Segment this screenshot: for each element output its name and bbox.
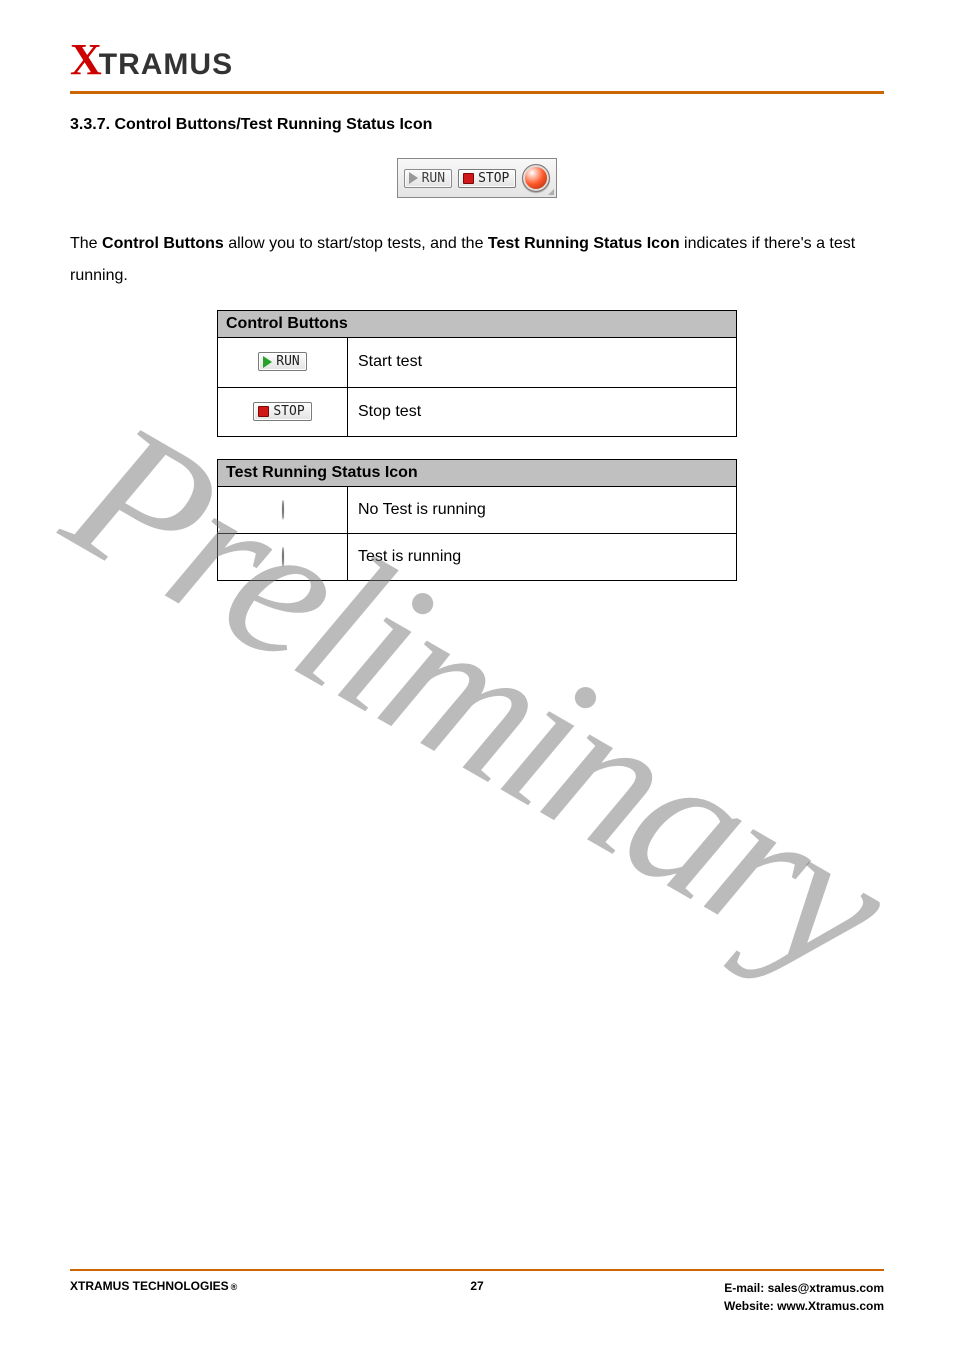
footer-rule bbox=[70, 1269, 884, 1271]
table-row: No Test is running bbox=[218, 486, 737, 533]
run-button-label: RUN bbox=[422, 172, 445, 185]
table-row: STOP Stop test bbox=[218, 387, 737, 436]
control-toolbar-figure: RUN STOP bbox=[70, 158, 884, 198]
footer-contact: E-mail: sales@xtramus.com Website: www.X… bbox=[724, 1279, 884, 1315]
control-buttons-table: Control Buttons RUN Start test STOP bbox=[217, 310, 737, 437]
intro-paragraph: The Control Buttons allow you to start/s… bbox=[70, 228, 884, 292]
stop-button-label: STOP bbox=[273, 405, 304, 418]
stop-icon bbox=[463, 173, 474, 184]
run-button[interactable]: RUN bbox=[404, 169, 452, 188]
table-header: Test Running Status Icon bbox=[218, 459, 737, 486]
status-orb-green-icon bbox=[282, 547, 284, 566]
status-icon-table: Test Running Status Icon No Test is runn… bbox=[217, 459, 737, 581]
footer-page-number: 27 bbox=[470, 1279, 483, 1293]
cell-desc: Start test bbox=[348, 338, 737, 388]
stop-icon bbox=[258, 406, 269, 417]
cell-desc: Test is running bbox=[348, 533, 737, 580]
status-orb-red-icon bbox=[282, 500, 284, 519]
stop-button[interactable]: STOP bbox=[458, 169, 516, 188]
status-orb-icon bbox=[522, 164, 550, 192]
stop-button[interactable]: STOP bbox=[253, 402, 311, 421]
control-toolbar: RUN STOP bbox=[397, 158, 558, 198]
table-row: RUN Start test bbox=[218, 338, 737, 388]
play-icon bbox=[263, 356, 272, 368]
page-footer: XTRAMUS TECHNOLOGIES® 27 E-mail: sales@x… bbox=[70, 1269, 884, 1315]
run-button-label: RUN bbox=[276, 355, 299, 368]
table-header: Control Buttons bbox=[218, 311, 737, 338]
cell-desc: Stop test bbox=[348, 387, 737, 436]
brand-logo-rest: TRAMUS bbox=[99, 48, 233, 82]
header-rule bbox=[70, 91, 884, 94]
section-title: 3.3.7. Control Buttons/Test Running Stat… bbox=[70, 116, 884, 134]
footer-company: XTRAMUS TECHNOLOGIES® bbox=[70, 1279, 237, 1293]
brand-logo-x: X bbox=[70, 34, 101, 85]
table-row: Test is running bbox=[218, 533, 737, 580]
play-icon bbox=[409, 172, 418, 184]
run-button[interactable]: RUN bbox=[258, 352, 306, 371]
cell-desc: No Test is running bbox=[348, 486, 737, 533]
brand-logo: X TRAMUS bbox=[70, 34, 884, 85]
stop-button-label: STOP bbox=[478, 172, 509, 185]
